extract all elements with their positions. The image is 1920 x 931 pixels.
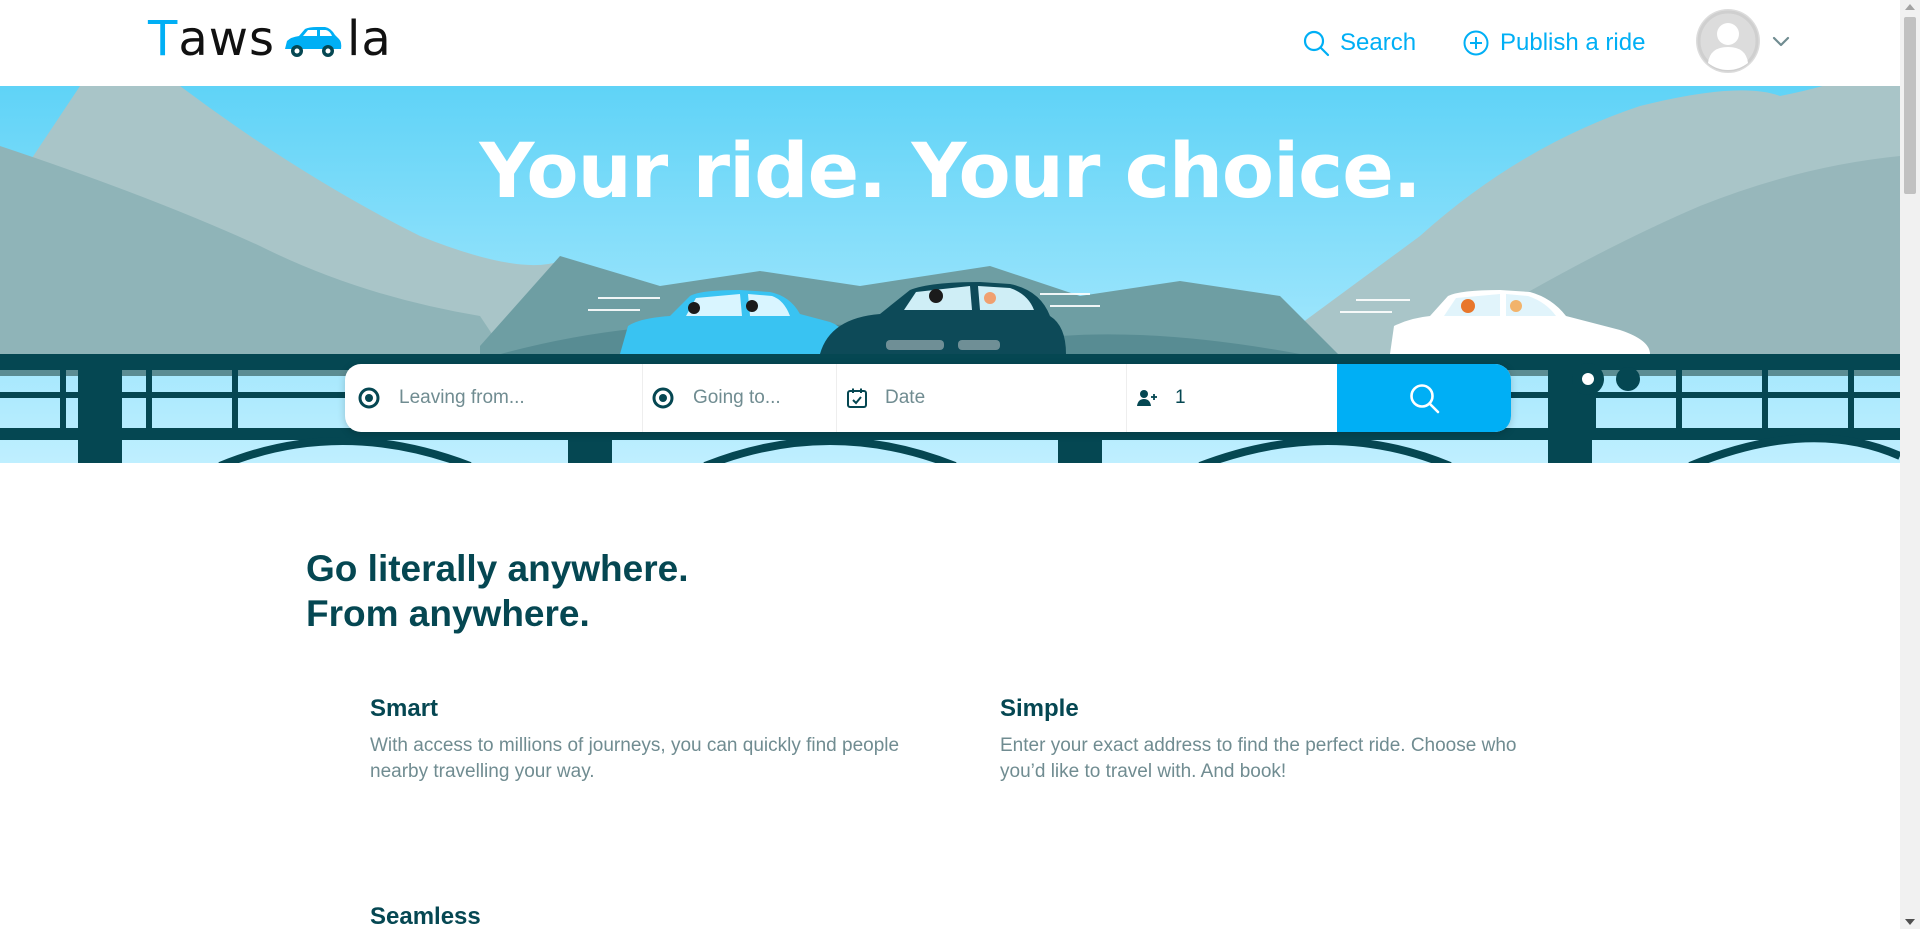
section-title-line1: Go literally anywhere. (306, 548, 689, 589)
plus-circle-icon (1463, 30, 1489, 56)
scroll-down-arrow-icon[interactable] (1905, 919, 1915, 925)
origin-dot-icon (358, 387, 380, 409)
logo[interactable]: T aws la (148, 11, 392, 67)
search-icon (1410, 384, 1440, 414)
feature-seamless: Seamless (370, 903, 910, 931)
logo-text-suffix: la (347, 11, 392, 67)
nav-publish-ride-link[interactable]: Publish a ride (1462, 22, 1645, 64)
feature-text: Enter your exact address to find the per… (1000, 735, 1517, 782)
feature-title: Seamless (370, 903, 481, 930)
scroll-up-arrow-icon[interactable] (1905, 4, 1915, 10)
nav-publish-label: Publish a ride (1500, 29, 1646, 56)
user-avatar-icon (1697, 10, 1759, 72)
leaving-from-input[interactable] (397, 386, 571, 410)
date-placeholder: Date (885, 387, 926, 408)
feature-smart: Smart With access to millions of journey… (370, 695, 910, 785)
section-title: Go literally anywhere. From anywhere. (306, 546, 688, 636)
section-title-line2: From anywhere. (306, 593, 590, 634)
chevron-down-icon (1772, 36, 1790, 47)
car-logo-icon (285, 27, 342, 57)
going-to-field[interactable] (643, 364, 837, 432)
logo-letter-t: T (148, 11, 179, 67)
calendar-icon (847, 388, 867, 408)
feature-simple: Simple Enter your exact address to find … (1000, 695, 1540, 785)
nav-search-label: Search (1340, 29, 1417, 56)
add-passenger-icon (1137, 390, 1157, 406)
logo-text: aws (178, 11, 276, 67)
search-submit-button[interactable] (1337, 364, 1511, 432)
scroll-thumb[interactable] (1904, 17, 1916, 194)
date-field[interactable]: Date (837, 364, 1127, 432)
user-menu[interactable] (1696, 9, 1792, 73)
ride-search-form: Date 1 (345, 364, 1511, 432)
passengers-field[interactable]: 1 (1127, 364, 1337, 432)
leaving-from-field[interactable] (345, 364, 643, 432)
hero-title: Your ride. Your choice. (479, 126, 1421, 215)
passenger-count: 1 (1175, 387, 1186, 408)
search-icon (1303, 30, 1330, 57)
top-navbar: T aws la Search Publish a ride (0, 0, 1900, 86)
avatar[interactable] (1696, 9, 1760, 73)
going-to-input[interactable] (691, 386, 825, 410)
feature-title: Smart (370, 695, 439, 722)
feature-text: With access to millions of journeys, you… (370, 735, 900, 782)
destination-dot-icon (652, 387, 674, 409)
nav-search-link[interactable]: Search (1302, 22, 1416, 64)
page-scrollbar[interactable] (1900, 0, 1920, 929)
feature-title: Simple (1000, 695, 1079, 722)
